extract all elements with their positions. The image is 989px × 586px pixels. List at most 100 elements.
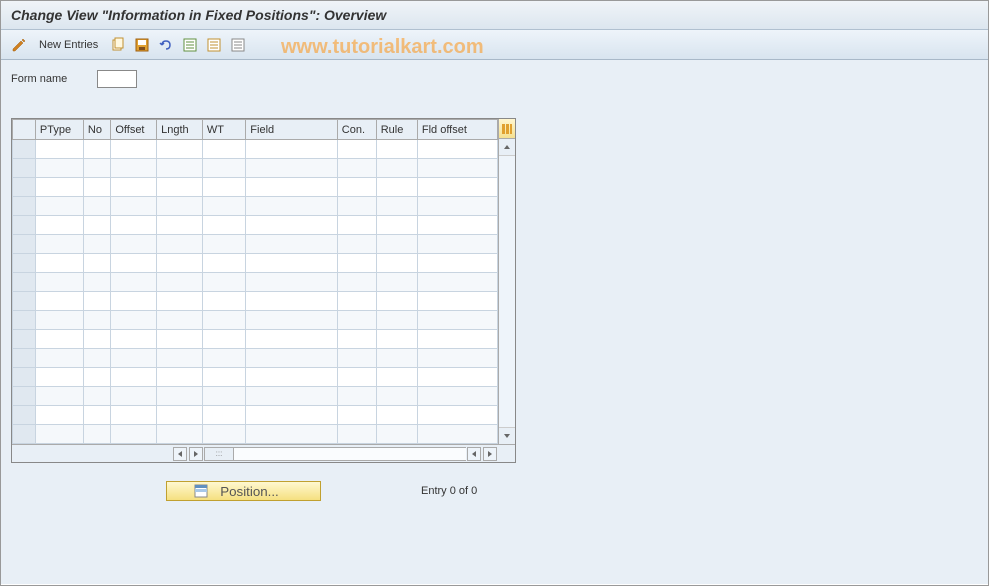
col-lngth[interactable]: Lngth (157, 120, 203, 140)
cell[interactable] (376, 406, 417, 425)
cell[interactable] (376, 178, 417, 197)
cell[interactable] (246, 292, 338, 311)
deselect-all-icon[interactable] (204, 36, 224, 54)
col-no[interactable]: No (83, 120, 110, 140)
cell[interactable] (83, 387, 110, 406)
cell[interactable] (417, 273, 497, 292)
cell[interactable] (376, 140, 417, 159)
scroll-up-icon[interactable] (499, 139, 515, 156)
cell[interactable] (417, 387, 497, 406)
cell[interactable] (246, 368, 338, 387)
cell[interactable] (417, 159, 497, 178)
cell[interactable] (157, 140, 203, 159)
cell[interactable] (417, 235, 497, 254)
cell[interactable] (35, 197, 83, 216)
cell[interactable] (376, 311, 417, 330)
cell[interactable] (246, 197, 338, 216)
cell[interactable] (83, 349, 110, 368)
cell[interactable] (337, 197, 376, 216)
cell[interactable] (337, 330, 376, 349)
row-selector[interactable] (13, 254, 36, 273)
cell[interactable] (337, 216, 376, 235)
cell[interactable] (35, 349, 83, 368)
cell[interactable] (376, 254, 417, 273)
row-selector[interactable] (13, 425, 36, 444)
cell[interactable] (35, 292, 83, 311)
cell[interactable] (202, 425, 245, 444)
cell[interactable] (35, 368, 83, 387)
cell[interactable] (83, 178, 110, 197)
cell[interactable] (35, 235, 83, 254)
scroll-down-icon[interactable] (499, 427, 515, 444)
cell[interactable] (35, 254, 83, 273)
col-con[interactable]: Con. (337, 120, 376, 140)
cell[interactable] (417, 425, 497, 444)
cell[interactable] (376, 197, 417, 216)
cell[interactable] (202, 159, 245, 178)
cell[interactable] (111, 216, 157, 235)
scroll-right-icon[interactable] (483, 447, 497, 461)
cell[interactable] (417, 216, 497, 235)
cell[interactable] (83, 311, 110, 330)
cell[interactable] (376, 425, 417, 444)
cell[interactable] (111, 330, 157, 349)
cell[interactable] (337, 349, 376, 368)
col-rule[interactable]: Rule (376, 120, 417, 140)
cell[interactable] (417, 406, 497, 425)
copy-icon[interactable] (108, 36, 128, 54)
cell[interactable] (111, 406, 157, 425)
cell[interactable] (337, 159, 376, 178)
col-offset[interactable]: Offset (111, 120, 157, 140)
cell[interactable] (337, 178, 376, 197)
cell[interactable] (337, 140, 376, 159)
row-selector[interactable] (13, 235, 36, 254)
cell[interactable] (83, 292, 110, 311)
cell[interactable] (202, 273, 245, 292)
cell[interactable] (157, 349, 203, 368)
cell[interactable] (111, 140, 157, 159)
cell[interactable] (83, 273, 110, 292)
cell[interactable] (337, 292, 376, 311)
scroll-left-icon[interactable] (173, 447, 187, 461)
cell[interactable] (35, 330, 83, 349)
cell[interactable] (202, 330, 245, 349)
row-selector[interactable] (13, 197, 36, 216)
cell[interactable] (83, 216, 110, 235)
row-selector[interactable] (13, 140, 36, 159)
cell[interactable] (157, 178, 203, 197)
cell[interactable] (376, 273, 417, 292)
cell[interactable] (35, 425, 83, 444)
cell[interactable] (417, 197, 497, 216)
cell[interactable] (111, 425, 157, 444)
cell[interactable] (83, 425, 110, 444)
cell[interactable] (202, 311, 245, 330)
cell[interactable] (376, 235, 417, 254)
cell[interactable] (376, 368, 417, 387)
cell[interactable] (337, 368, 376, 387)
cell[interactable] (111, 273, 157, 292)
undo-icon[interactable] (156, 36, 176, 54)
col-wt[interactable]: WT (202, 120, 245, 140)
col-fldoffset[interactable]: Fld offset (417, 120, 497, 140)
scroll-right-inner-icon[interactable] (189, 447, 203, 461)
table-config-icon[interactable] (499, 119, 515, 139)
cell[interactable] (376, 216, 417, 235)
cell[interactable] (83, 235, 110, 254)
row-selector[interactable] (13, 330, 36, 349)
cell[interactable] (202, 140, 245, 159)
cell[interactable] (35, 273, 83, 292)
cell[interactable] (157, 292, 203, 311)
cell[interactable] (157, 254, 203, 273)
cell[interactable] (417, 368, 497, 387)
cell[interactable] (202, 406, 245, 425)
cell[interactable] (157, 406, 203, 425)
cell[interactable] (111, 311, 157, 330)
row-selector[interactable] (13, 273, 36, 292)
cell[interactable] (83, 140, 110, 159)
delimit-icon[interactable] (228, 36, 248, 54)
cell[interactable] (157, 425, 203, 444)
cell[interactable] (337, 235, 376, 254)
cell[interactable] (246, 216, 338, 235)
cell[interactable] (202, 216, 245, 235)
cell[interactable] (111, 159, 157, 178)
